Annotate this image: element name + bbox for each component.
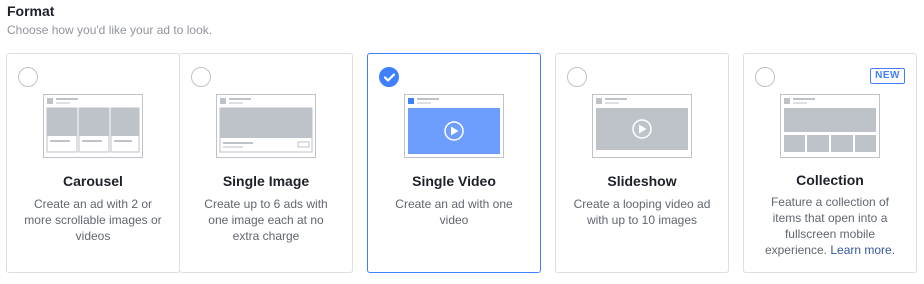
section-subtitle: Choose how you'd like your ad to look.: [7, 23, 213, 37]
card-description: Create up to 6 ads with one image each a…: [204, 197, 328, 243]
format-card-single-video[interactable]: Single Video Create an ad with one video: [367, 53, 541, 273]
format-header: Format Choose how you'd like your ad to …: [7, 3, 212, 38]
card-description: Create a looping video ad with up to 10 …: [573, 197, 711, 227]
card-title: Carousel: [63, 173, 123, 189]
single-video-radio-checked[interactable]: [379, 67, 399, 87]
collection-radio[interactable]: [755, 67, 775, 87]
collection-thumbnail-icon: [780, 94, 880, 158]
card-title: Single Video: [412, 173, 496, 189]
slideshow-thumbnail-icon: [592, 94, 692, 158]
slideshow-radio[interactable]: [567, 67, 587, 87]
checkmark-icon: [384, 73, 395, 82]
card-title: Slideshow: [607, 173, 677, 189]
card-description: Feature a collection of items that open …: [758, 194, 902, 258]
format-card-carousel[interactable]: Carousel Create an ad with 2 or more scr…: [6, 53, 180, 273]
carousel-thumbnail-icon: [43, 94, 143, 158]
single-image-thumbnail-icon: [216, 94, 316, 158]
section-title: Format: [7, 3, 55, 19]
single-video-thumbnail-icon: [404, 94, 504, 158]
card-description: Create an ad with one video: [395, 197, 513, 227]
carousel-radio[interactable]: [18, 67, 38, 87]
format-card-slideshow[interactable]: Slideshow Create a looping video ad with…: [555, 53, 729, 273]
single-image-radio[interactable]: [191, 67, 211, 87]
format-card-single-image[interactable]: Single Image Create up to 6 ads with one…: [179, 53, 353, 273]
card-title: Single Image: [222, 173, 310, 189]
new-badge: NEW: [870, 68, 905, 84]
format-card-collection[interactable]: NEW Collection Feature a collection of i…: [743, 53, 917, 273]
learn-more-link[interactable]: Learn more.: [830, 243, 895, 257]
card-description: Create an ad with 2 or more scrollable i…: [24, 197, 162, 243]
card-title: Collection: [796, 172, 864, 188]
